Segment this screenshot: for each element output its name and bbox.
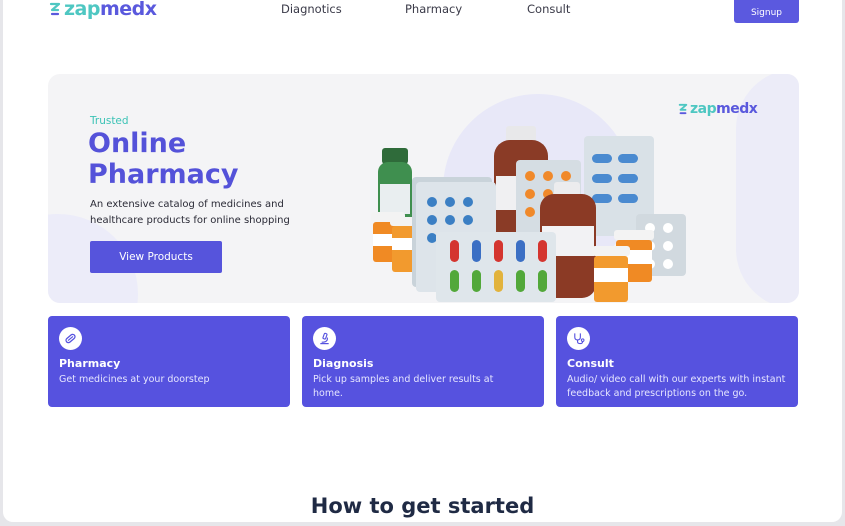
signup-button[interactable]: Signup xyxy=(734,0,799,23)
logo-icon xyxy=(49,2,61,16)
feature-description: Pick up samples and deliver results at h… xyxy=(313,374,494,399)
logo-icon xyxy=(678,103,688,115)
section-heading: How to get started xyxy=(310,494,535,518)
medicines-illustration xyxy=(371,126,686,302)
hero-title: Online Pharmacy xyxy=(88,128,239,190)
nav-diagnostics[interactable]: Diagnotics xyxy=(281,2,342,16)
hero-banner: Trusted Online Pharmacy An extensive cat… xyxy=(48,74,799,303)
nav-consult[interactable]: Consult xyxy=(527,2,570,16)
feature-description: Get medicines at your doorstep xyxy=(59,374,210,385)
feature-title: Diagnosis xyxy=(313,357,374,370)
page-frame: zapmedx Diagnotics Pharmacy Consult Sign… xyxy=(3,0,842,522)
hero-brand-logo: zapmedx xyxy=(678,101,758,117)
feature-description: Audio/ video call with our experts with … xyxy=(567,374,786,399)
logo-text: zapmedx xyxy=(64,0,157,20)
feature-card-diagnosis[interactable]: Diagnosis Pick up samples and deliver re… xyxy=(302,316,544,407)
feature-card-pharmacy[interactable]: Pharmacy Get medicines at your doorstep xyxy=(48,316,290,407)
view-products-button[interactable]: View Products xyxy=(90,241,222,273)
hero-description: An extensive catalog of medicines and he… xyxy=(90,199,290,226)
stethoscope-icon xyxy=(567,327,590,350)
microscope-icon xyxy=(313,327,336,350)
nav-pharmacy[interactable]: Pharmacy xyxy=(405,2,462,16)
feature-card-consult[interactable]: Consult Audio/ video call with our exper… xyxy=(556,316,798,407)
hero-brand-text: zapmedx xyxy=(690,101,758,117)
feature-title: Pharmacy xyxy=(59,357,121,370)
pills-icon xyxy=(59,327,82,350)
hero-eyebrow: Trusted xyxy=(90,115,129,127)
site-logo[interactable]: zapmedx xyxy=(49,0,157,20)
feature-title: Consult xyxy=(567,357,614,370)
